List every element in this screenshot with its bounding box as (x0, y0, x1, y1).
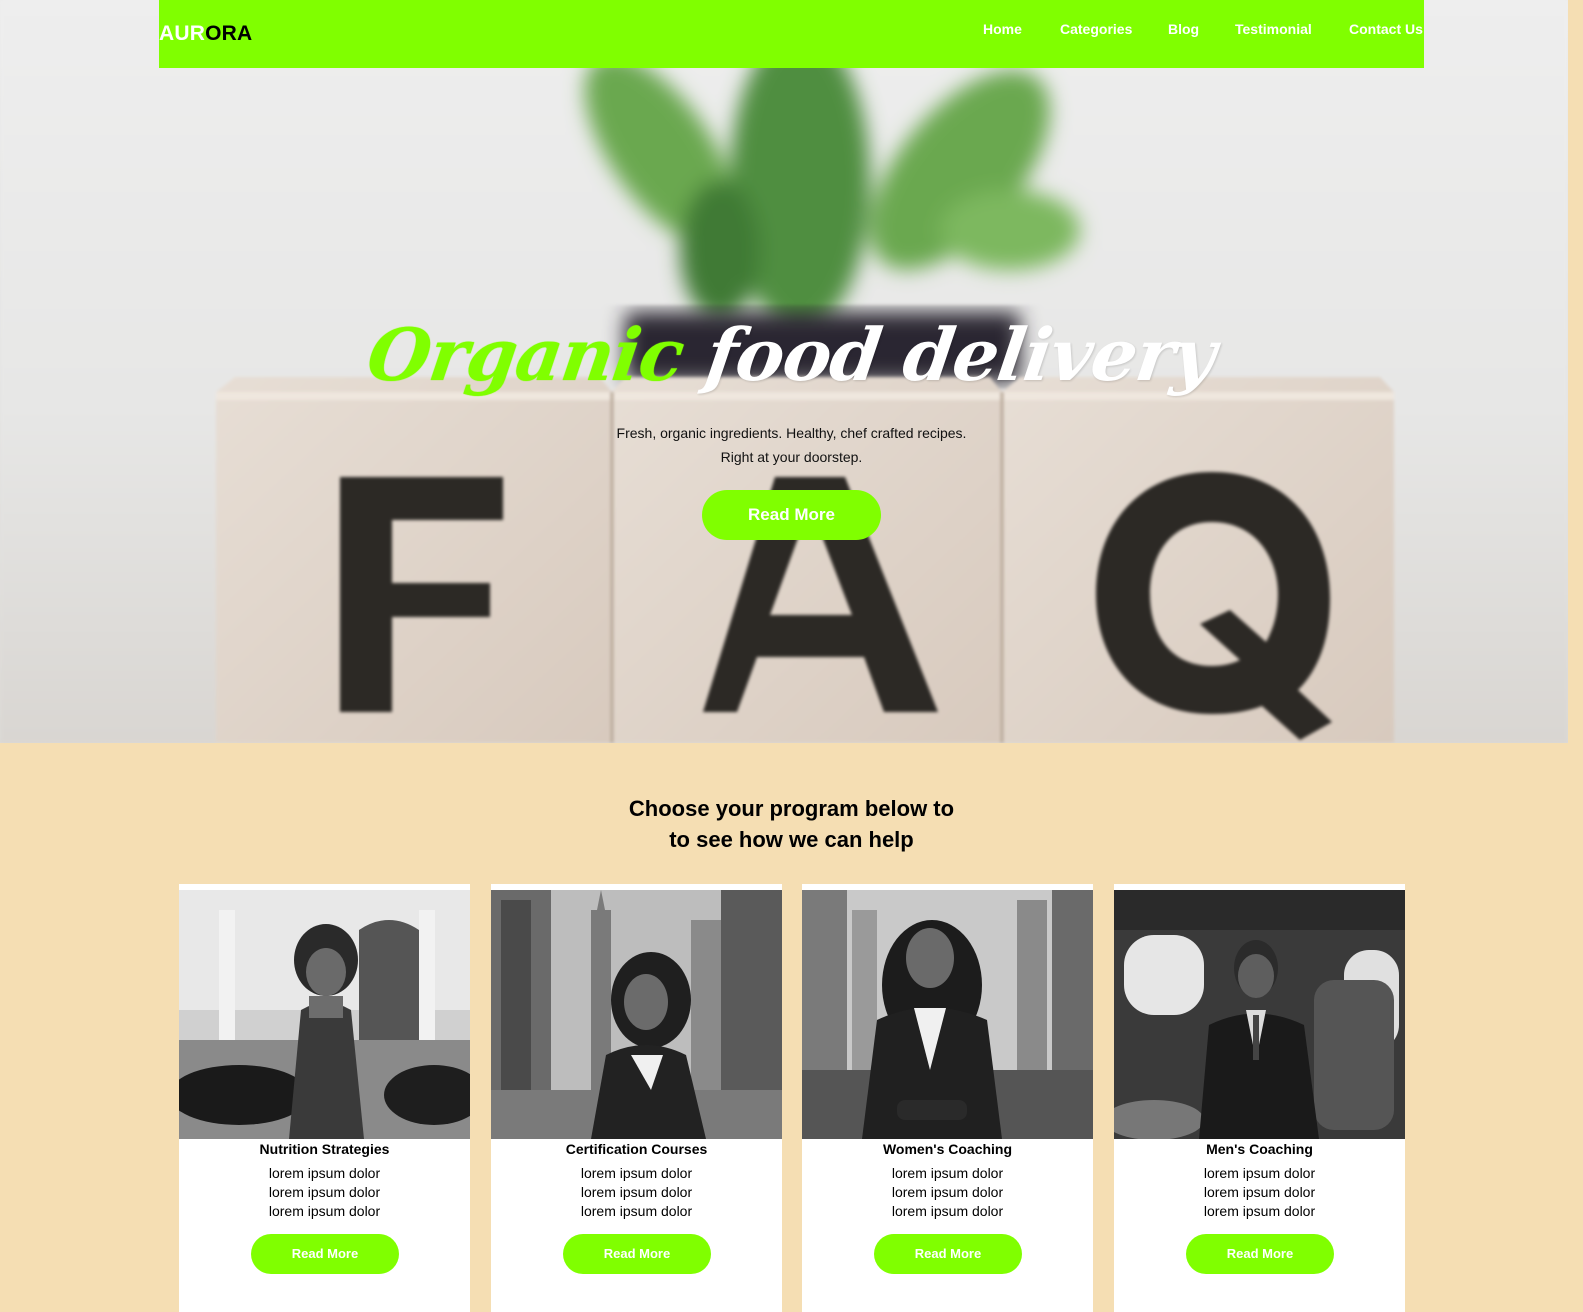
hero-subtitle-line: Right at your doorstep. (720, 448, 863, 465)
hero-subtitle-line: Fresh, organic ingredients. Healthy, che… (616, 425, 967, 441)
card-photo (179, 890, 470, 1139)
program-card-mens-coaching: Men's Coaching lorem ipsum dolor lorem i… (1114, 884, 1405, 1312)
card-text-line: lorem ipsum dolor (268, 1203, 381, 1219)
program-card-womens-coaching: Women's Coaching lorem ipsum dolor lorem… (802, 884, 1093, 1312)
card-read-more-button[interactable]: Read More (563, 1234, 711, 1274)
hero-section: Organic food delivery Fresh, organic ing… (0, 0, 1568, 743)
card-title: Men's Coaching (1206, 1141, 1313, 1157)
card-text-line: lorem ipsum dolor (1203, 1184, 1316, 1200)
programs-heading-line: to see how we can help (669, 827, 914, 852)
card-photo (491, 890, 782, 1139)
card-text-line: lorem ipsum dolor (1203, 1203, 1316, 1219)
hero-read-more-button[interactable]: Read More (702, 490, 881, 540)
card-title: Women's Coaching (882, 1141, 1013, 1157)
card-photo (1114, 890, 1405, 1139)
card-photo (802, 890, 1093, 1139)
navbar: AURORA Home Categories Blog Testimonial … (159, 0, 1424, 68)
card-title: Nutrition Strategies (259, 1141, 390, 1157)
card-title: Certification Courses (565, 1141, 708, 1157)
logo[interactable]: AURORA (159, 22, 252, 46)
nav-blog-link[interactable]: Blog (1168, 21, 1199, 37)
programs-heading: Choose your program below to to see how … (0, 793, 1583, 855)
card-text-line: lorem ipsum dolor (1203, 1165, 1316, 1181)
hero-title: Organic food delivery (0, 312, 1568, 397)
programs-heading-line: Choose your program below to (628, 796, 955, 821)
card-text-line: lorem ipsum dolor (268, 1184, 381, 1200)
program-card-nutrition: Nutrition Strategies lorem ipsum dolor l… (179, 884, 470, 1312)
card-text-line: lorem ipsum dolor (891, 1165, 1004, 1181)
hero-title-green: Organic (362, 312, 689, 397)
card-text-line: lorem ipsum dolor (580, 1184, 693, 1200)
nav-categories-link[interactable]: Categories (1060, 21, 1132, 37)
card-text-line: lorem ipsum dolor (891, 1184, 1004, 1200)
program-card-certification: Certification Courses lorem ipsum dolor … (491, 884, 782, 1312)
nav-contact-link[interactable]: Contact Us (1349, 21, 1423, 37)
card-text-line: lorem ipsum dolor (891, 1203, 1004, 1219)
card-text-line: lorem ipsum dolor (580, 1165, 693, 1181)
card-text-line: lorem ipsum dolor (580, 1203, 693, 1219)
card-read-more-button[interactable]: Read More (874, 1234, 1022, 1274)
card-read-more-button[interactable]: Read More (251, 1234, 399, 1274)
card-text-line: lorem ipsum dolor (268, 1165, 381, 1181)
card-read-more-button[interactable]: Read More (1186, 1234, 1334, 1274)
nav-testimonial-link[interactable]: Testimonial (1235, 21, 1312, 37)
logo-part-black: ORA (205, 22, 253, 45)
logo-part-white: AUR (159, 22, 206, 45)
nav-home-link[interactable]: Home (983, 21, 1022, 37)
hero-title-white: food delivery (700, 312, 1221, 397)
hero-subtitle: Fresh, organic ingredients. Healthy, che… (0, 422, 1568, 469)
